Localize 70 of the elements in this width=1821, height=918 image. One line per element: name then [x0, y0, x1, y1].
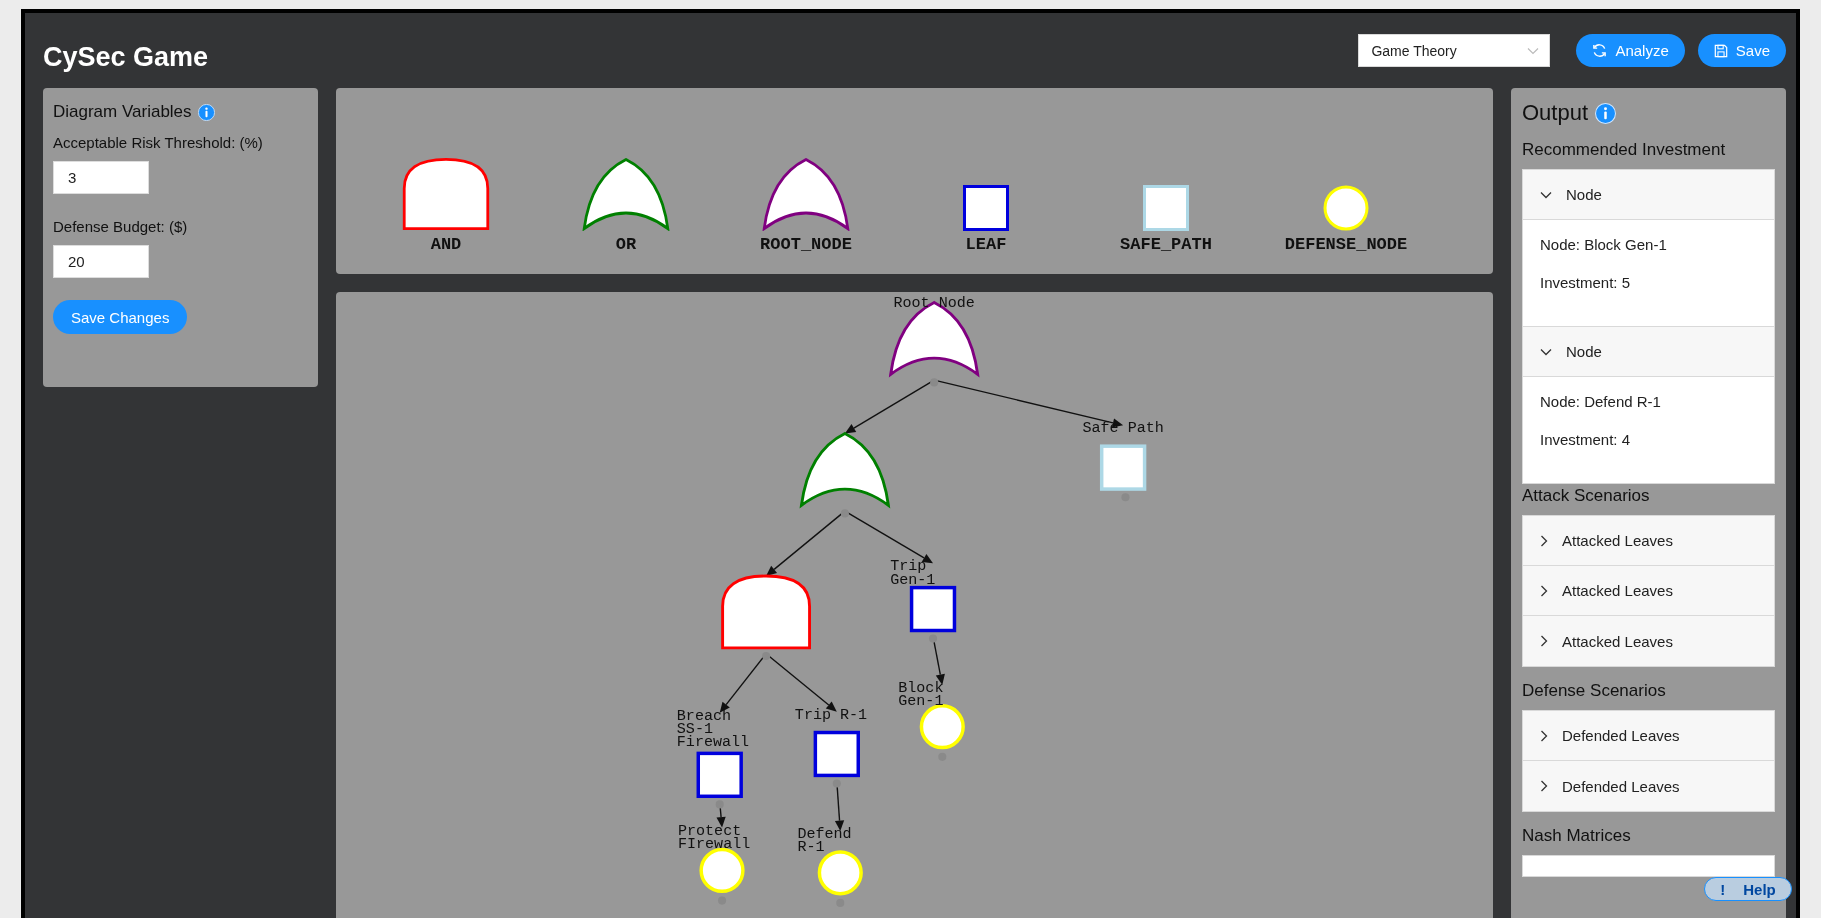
port-dot — [928, 634, 938, 643]
chevron-right-icon — [1540, 780, 1548, 792]
app-title: CySec Game — [43, 42, 210, 73]
section-title: Nash Matrices — [1522, 826, 1632, 846]
node-label: Trip R-1 — [794, 705, 868, 724]
defense-node[interactable] — [919, 704, 965, 750]
section-title: Recommended Investment — [1522, 140, 1727, 160]
section-title: Attack Scenarios — [1522, 486, 1651, 506]
node-label: Trip Gen-1 — [890, 557, 936, 589]
leaf-node-icon — [963, 185, 1009, 231]
input-field[interactable]: 3 — [53, 161, 149, 194]
chevron-right-icon — [1540, 729, 1548, 742]
accordion-header[interactable]: Attacked Leaves — [1523, 516, 1774, 566]
node-label: Breach SS-1 Firewall — [676, 706, 750, 752]
chevron-right-icon — [1540, 534, 1548, 547]
node-label: Protect FIrewall — [678, 821, 751, 853]
or-gate[interactable] — [800, 432, 890, 507]
investment-text: Node: Block Gen-1 — [1540, 236, 1668, 253]
defense-node-icon — [1323, 185, 1369, 231]
section-title: Defense Scenarios — [1522, 681, 1667, 701]
legend-label: AND — [430, 235, 462, 254]
node-label: Block Gen-1 — [898, 678, 944, 711]
save-icon — [1713, 43, 1728, 58]
accordion-header[interactable]: Node — [1523, 170, 1774, 220]
accordion-header[interactable]: Node — [1523, 327, 1774, 377]
accordion-header[interactable]: Defended Leaves — [1523, 761, 1774, 811]
node-label: Defend R-1 — [797, 825, 852, 857]
legend-label: SAFE_PATH — [1120, 235, 1212, 254]
chevron-down-icon — [1527, 46, 1540, 55]
legend-label: LEAF — [965, 235, 1007, 254]
chevron-down-icon — [1540, 347, 1552, 356]
port-dot — [840, 509, 849, 518]
node-label: Root Node — [893, 294, 975, 313]
leaf-node[interactable] — [696, 751, 743, 798]
and-gate-icon — [402, 157, 490, 231]
accordion-header[interactable]: Attacked Leaves — [1523, 616, 1774, 666]
defense-node[interactable] — [817, 850, 863, 896]
port-dot — [930, 378, 939, 387]
accordion-header[interactable]: Attacked Leaves — [1523, 566, 1774, 616]
info-icon[interactable] — [197, 103, 215, 121]
port-dot — [762, 651, 771, 661]
field-label: Defense Budget: ($) — [53, 218, 189, 235]
legend-label: ROOT_NODE — [760, 235, 852, 254]
safe-path-icon — [1143, 185, 1189, 231]
info-icon[interactable] — [1595, 102, 1617, 124]
help-button[interactable]: ! Help — [1704, 877, 1792, 901]
legend-label: DEFENSE_NODE — [1284, 235, 1408, 254]
root-node-icon — [762, 157, 850, 231]
chevron-down-icon — [1540, 190, 1552, 199]
port-dot — [715, 800, 724, 809]
chevron-right-icon — [1540, 635, 1548, 647]
panel-title: Output — [1522, 100, 1589, 126]
and-gate[interactable] — [721, 574, 811, 650]
investment-text: Node: Defend R-1 — [1540, 393, 1662, 410]
refresh-icon — [1592, 43, 1608, 58]
input-field[interactable]: 20 — [53, 245, 149, 278]
legend-label: OR — [615, 235, 637, 254]
panel-title: Diagram Variables — [53, 102, 192, 122]
mode-dropdown[interactable]: Game Theory — [1358, 34, 1551, 67]
or-gate-icon — [582, 157, 670, 231]
accordion-header[interactable]: Defended Leaves — [1523, 711, 1774, 761]
defense-node[interactable] — [699, 847, 745, 894]
chevron-right-icon — [1540, 584, 1548, 597]
safe-path-node[interactable] — [1099, 444, 1147, 491]
field-label: Acceptable Risk Threshold: (%) — [53, 134, 264, 151]
leaf-node[interactable] — [909, 585, 957, 633]
investment-text: Investment: 5 — [1540, 274, 1632, 291]
investment-text: Investment: 4 — [1540, 431, 1632, 448]
leaf-node[interactable] — [813, 730, 860, 778]
port-dot — [832, 779, 841, 788]
